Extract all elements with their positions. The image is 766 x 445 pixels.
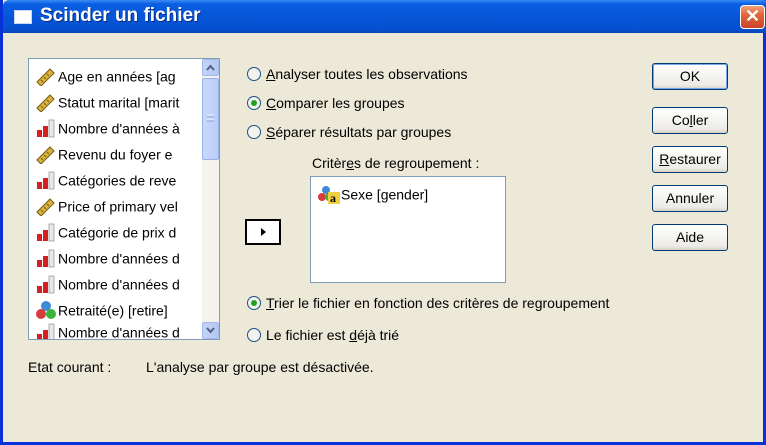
variable-label: Catégorie de prix d bbox=[58, 224, 177, 241]
scale-icon bbox=[35, 66, 57, 86]
list-item[interactable]: a Sexe [gender] bbox=[317, 183, 429, 205]
radio-compare-groups-circle[interactable] bbox=[247, 96, 261, 110]
list-item[interactable]: Catégories de reve bbox=[35, 166, 203, 192]
chevron-down-icon bbox=[206, 327, 215, 334]
ordinal-icon bbox=[35, 322, 57, 340]
variable-label: Nombre d'années d bbox=[58, 276, 180, 293]
grouping-criteria-label: Critères de regroupement : bbox=[312, 155, 480, 171]
ordinal-icon bbox=[35, 222, 57, 242]
radio-separate-groups-label: Séparer résultats par groupes bbox=[266, 124, 452, 140]
split-file-dialog: Scinder un fichier ✕ Age en années [ag S… bbox=[0, 0, 766, 445]
scroll-down-button[interactable] bbox=[202, 322, 219, 339]
grouping-variable-label: Sexe [gender] bbox=[341, 186, 429, 203]
list-item[interactable]: Nombre d'années d bbox=[35, 318, 203, 340]
scale-icon bbox=[35, 144, 57, 164]
scale-icon bbox=[35, 196, 57, 216]
scale-icon bbox=[35, 92, 57, 112]
ordinal-icon bbox=[35, 170, 57, 190]
window-title: Scinder un fichier bbox=[40, 5, 201, 26]
title-bar[interactable]: Scinder un fichier ✕ bbox=[3, 0, 766, 33]
ordinal-icon bbox=[35, 274, 57, 294]
reset-button[interactable]: Restaurer bbox=[652, 146, 728, 173]
variable-label: Catégories de reve bbox=[58, 172, 177, 189]
radio-sort-file-circle[interactable] bbox=[247, 296, 261, 310]
move-to-grouping-button[interactable] bbox=[245, 219, 281, 245]
variable-label: Retraité(e) [retire] bbox=[58, 302, 168, 319]
window-icon bbox=[14, 10, 32, 24]
grip-icon bbox=[207, 114, 214, 122]
list-item[interactable]: Nombre d'années à bbox=[35, 114, 203, 140]
radio-analyse-all[interactable]: Analyser toutes les observations bbox=[247, 64, 587, 84]
radio-analyse-all-label: Analyser toutes les observations bbox=[266, 66, 468, 82]
help-button[interactable]: Aide bbox=[652, 224, 728, 251]
list-item[interactable]: Age en années [ag bbox=[35, 62, 203, 88]
paste-button[interactable]: Coller bbox=[652, 107, 728, 134]
status-label: Etat courant : bbox=[28, 359, 112, 375]
ok-button[interactable]: OK bbox=[652, 63, 728, 90]
radio-separate-groups[interactable]: Séparer résultats par groupes bbox=[247, 122, 587, 142]
svg-text:a: a bbox=[330, 191, 336, 204]
grouping-criteria-list[interactable]: a Sexe [gender] bbox=[310, 176, 506, 283]
radio-analyse-all-circle[interactable] bbox=[247, 67, 261, 81]
variable-list[interactable]: Age en années [ag Statut marital [marit … bbox=[28, 58, 220, 340]
close-button[interactable]: ✕ bbox=[740, 5, 765, 29]
variable-label: Nombre d'années à bbox=[58, 120, 180, 137]
list-item[interactable]: Catégorie de prix d bbox=[35, 218, 203, 244]
variable-label: Statut marital [marit bbox=[58, 94, 180, 111]
radio-sort-file-label: Trier le fichier en fonction des critère… bbox=[266, 295, 610, 311]
radio-compare-groups[interactable]: Comparer les groupes bbox=[247, 93, 587, 113]
list-item[interactable]: Revenu du foyer e bbox=[35, 140, 203, 166]
scroll-thumb[interactable] bbox=[202, 78, 219, 160]
radio-already-sorted-label: Le fichier est déjà trié bbox=[266, 327, 400, 343]
ordinal-icon bbox=[35, 248, 57, 268]
variable-label: Age en années [ag bbox=[58, 68, 176, 85]
variable-label: Revenu du foyer e bbox=[58, 146, 173, 163]
list-item[interactable]: Nombre d'années d bbox=[35, 270, 203, 296]
scroll-up-button[interactable] bbox=[202, 59, 219, 76]
status-value: L'analyse par groupe est désactivée. bbox=[146, 359, 374, 375]
list-item[interactable]: Nombre d'années d bbox=[35, 244, 203, 270]
list-scrollbar[interactable] bbox=[202, 59, 219, 339]
radio-already-sorted[interactable]: Le fichier est déjà trié bbox=[247, 325, 547, 345]
variable-label: Nombre d'années d bbox=[58, 324, 180, 340]
list-item[interactable]: Price of primary vel bbox=[35, 192, 203, 218]
radio-sort-file[interactable]: Trier le fichier en fonction des critère… bbox=[247, 293, 667, 313]
ordinal-icon bbox=[35, 118, 57, 138]
radio-already-sorted-circle[interactable] bbox=[247, 328, 261, 342]
cancel-button[interactable]: Annuler bbox=[652, 185, 728, 212]
chevron-up-icon bbox=[206, 64, 215, 71]
nominal-string-icon: a bbox=[318, 186, 340, 205]
radio-compare-groups-label: Comparer les groupes bbox=[266, 95, 405, 111]
list-item[interactable]: Statut marital [marit bbox=[35, 88, 203, 114]
variable-label: Nombre d'années d bbox=[58, 250, 180, 267]
radio-separate-groups-circle[interactable] bbox=[247, 125, 261, 139]
variable-label: Price of primary vel bbox=[58, 198, 178, 215]
